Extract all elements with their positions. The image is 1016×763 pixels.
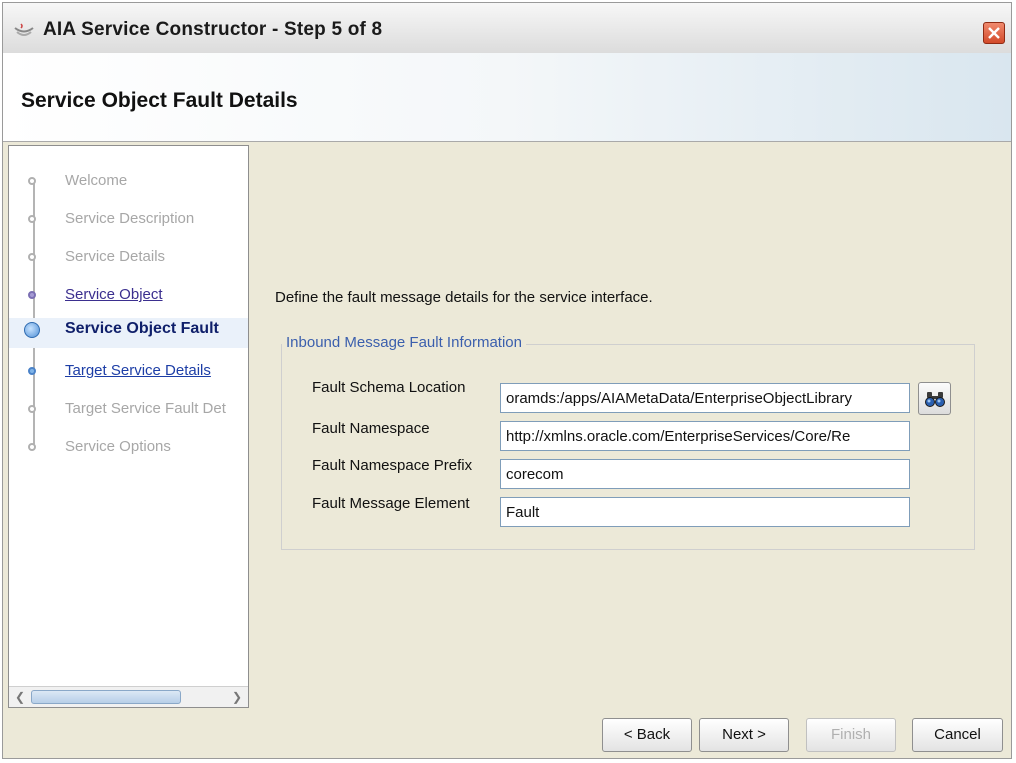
nav-item-label: Target Service Details (65, 362, 211, 379)
step-dot-icon (28, 367, 36, 375)
nav-item-label: Service Details (65, 248, 166, 265)
nav-item-service-object-fault[interactable]: Service Object Fault (9, 318, 248, 348)
fault-message-element-field[interactable] (500, 497, 910, 527)
step-dot-icon (28, 443, 36, 451)
nav-item-label: Service Object Fault (65, 320, 219, 337)
nav-horizontal-scrollbar[interactable]: ❮ ❯ (9, 686, 248, 707)
browse-button[interactable] (918, 382, 951, 415)
coffee-cup-icon (13, 23, 35, 37)
fault-namespace-label: Fault Namespace (312, 420, 430, 437)
nav-item-service-options[interactable]: Service Options (9, 434, 248, 464)
cancel-button[interactable]: Cancel (912, 718, 1003, 752)
group-title: Inbound Message Fault Information (282, 334, 526, 351)
title-bar[interactable]: AIA Service Constructor - Step 5 of 8 (3, 3, 1011, 54)
scrollbar-thumb[interactable] (31, 690, 181, 704)
fault-message-element-label: Fault Message Element (312, 495, 470, 512)
step-dot-icon (28, 215, 36, 223)
nav-item-service-details[interactable]: Service Details (9, 244, 248, 274)
nav-item-label: Welcome (65, 172, 128, 189)
close-button[interactable] (983, 22, 1005, 44)
fault-schema-location-field[interactable] (500, 383, 910, 413)
current-step-icon (24, 322, 40, 338)
chevron-right-icon[interactable]: ❯ (228, 689, 246, 705)
nav-item-target-service-details[interactable]: Target Service Details (9, 358, 248, 388)
instruction-text: Define the fault message details for the… (275, 289, 653, 306)
nav-item-service-description[interactable]: Service Description (9, 206, 248, 236)
fault-schema-location-label: Fault Schema Location (312, 379, 466, 396)
wizard-steps-nav: Welcome Service Description Service Deta… (8, 145, 249, 708)
chevron-left-icon[interactable]: ❮ (11, 689, 29, 705)
step-dot-icon (28, 405, 36, 413)
page-title: Service Object Fault Details (21, 89, 298, 112)
nav-item-service-object[interactable]: Service Object (9, 282, 248, 312)
nav-item-label: Service Description (65, 210, 195, 227)
window-title: AIA Service Constructor - Step 5 of 8 (43, 19, 383, 40)
nav-item-target-service-fault-details[interactable]: Target Service Fault Det (9, 396, 248, 426)
nav-item-label: Service Object (65, 286, 163, 303)
header-band: Service Object Fault Details (3, 53, 1011, 142)
nav-item-welcome[interactable]: Welcome (9, 168, 248, 198)
fault-namespace-prefix-field[interactable] (500, 459, 910, 489)
step-dot-icon (28, 253, 36, 261)
fault-namespace-field[interactable] (500, 421, 910, 451)
nav-item-label: Service Options (65, 438, 171, 455)
nav-item-label: Target Service Fault Det (65, 400, 226, 417)
finish-button[interactable]: Finish (806, 718, 896, 752)
back-button[interactable]: < Back (602, 718, 692, 752)
step-dot-icon (28, 291, 36, 299)
fault-namespace-prefix-label: Fault Namespace Prefix (312, 457, 473, 474)
step-dot-icon (28, 177, 36, 185)
next-button[interactable]: Next > (699, 718, 789, 752)
